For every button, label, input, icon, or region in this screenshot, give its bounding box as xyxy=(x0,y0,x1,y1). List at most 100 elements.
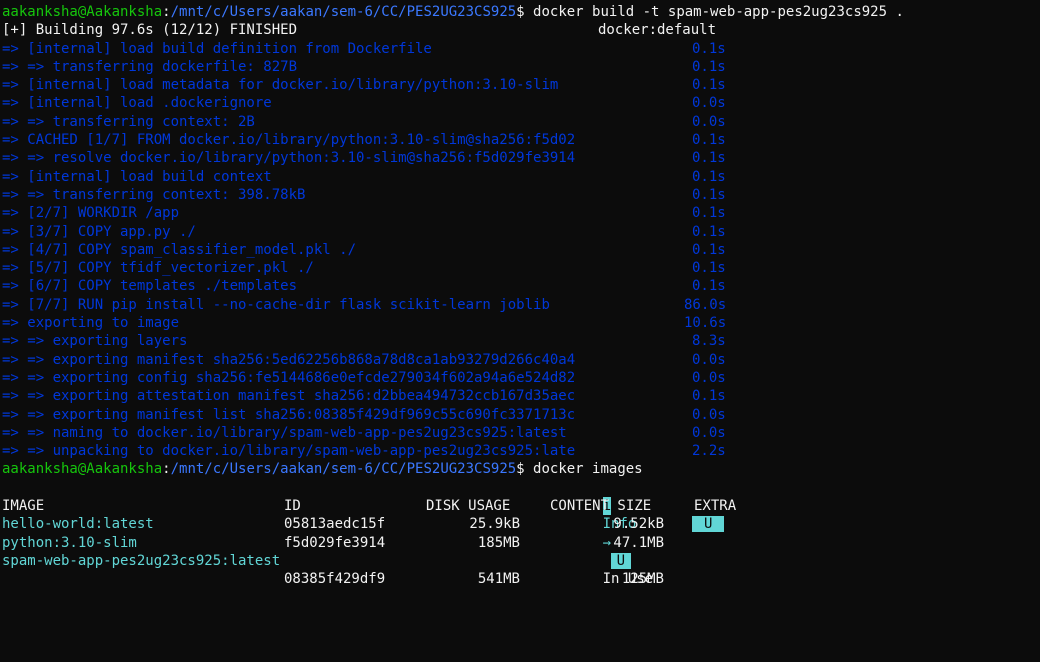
image-name: hello-world:latest xyxy=(2,516,154,533)
step-text: => [internal] load build definition from… xyxy=(2,40,432,57)
build-step: => [2/7] WORKDIR /app 0.1s xyxy=(0,204,1040,222)
step-time: 0.1s xyxy=(692,278,726,295)
step-text: => => transferring dockerfile: 827B xyxy=(2,58,298,75)
build-step: => => transferring context: 2B 0.0s xyxy=(0,113,1040,131)
images-table-header: IMAGE ID DISK USAGE CONTENT SIZE EXTRA xyxy=(0,497,1040,515)
build-step: => [6/7] COPY templates ./templates 0.1s xyxy=(0,277,1040,295)
image-content-size: 125MB xyxy=(621,571,664,588)
image-id: 05813aedc15f xyxy=(284,516,386,533)
step-time: 0.1s xyxy=(692,132,726,149)
image-name: python:3.10-slim xyxy=(2,534,137,551)
build-step: => => exporting layers 8.3s xyxy=(0,332,1040,350)
prompt-separator: : xyxy=(162,461,171,478)
step-text: => [internal] load metadata for docker.i… xyxy=(2,77,559,94)
step-text: => [7/7] RUN pip install --no-cache-dir … xyxy=(2,296,550,313)
build-step: => => exporting config sha256:fe5144686e… xyxy=(0,369,1040,387)
image-disk-usage: 541MB xyxy=(477,571,520,588)
build-step: => => resolve docker.io/library/python:3… xyxy=(0,149,1040,167)
image-id: 08385f429df9 xyxy=(284,571,386,588)
step-time: 0.1s xyxy=(692,388,726,405)
build-steps: => [internal] load build definition from… xyxy=(0,40,1040,461)
step-text: => exporting to image xyxy=(2,315,180,332)
step-time: 0.0s xyxy=(692,95,726,112)
build-step: => => exporting attestation manifest sha… xyxy=(0,387,1040,405)
prompt-path: /mnt/c/Users/aakan/sem-6/CC/PES2UG23CS92… xyxy=(170,461,517,478)
build-step: => [4/7] COPY spam_classifier_model.pkl … xyxy=(0,241,1040,259)
prompt-path: /mnt/c/Users/aakan/sem-6/CC/PES2UG23CS92… xyxy=(170,4,517,20)
prompt-user-host: aakanksha@Aakanksha xyxy=(2,461,163,478)
image-id: f5d029fe3914 xyxy=(284,534,386,551)
step-text: => => transferring context: 398.78kB xyxy=(2,186,306,203)
step-time: 0.1s xyxy=(692,223,726,240)
build-step: => => transferring dockerfile: 827B 0.1s xyxy=(0,58,1040,76)
step-text: => [3/7] COPY app.py ./ xyxy=(2,223,196,240)
step-text: => => resolve docker.io/library/python:3… xyxy=(2,150,576,167)
build-step: => exporting to image 10.6s xyxy=(0,314,1040,332)
header-disk-usage: DISK USAGE xyxy=(426,498,511,515)
prompt-line-images: aakanksha@Aakanksha:/mnt/c/Users/aakan/s… xyxy=(0,460,1040,478)
step-text: => => transferring context: 2B xyxy=(2,113,255,130)
build-step: => [internal] load build context 0.1s xyxy=(0,168,1040,186)
build-step: => CACHED [1/7] FROM docker.io/library/p… xyxy=(0,131,1040,149)
image-disk-usage: 25.9kB xyxy=(469,516,520,533)
header-id: ID xyxy=(284,498,301,515)
table-row: 08385f429df9 541MB 125MB xyxy=(0,570,1040,588)
step-time: 0.0s xyxy=(692,424,726,441)
images-legend: i Info → U In Use xyxy=(0,479,1040,587)
build-context: docker:default xyxy=(598,22,717,39)
image-content-size: 9.52kB xyxy=(613,516,664,533)
step-time: 0.0s xyxy=(692,369,726,386)
step-text: => => exporting manifest sha256:5ed62256… xyxy=(2,351,576,368)
step-time: 0.1s xyxy=(692,186,726,203)
step-text: => => naming to docker.io/library/spam-w… xyxy=(2,424,567,441)
table-row: hello-world:latest 05813aedc15f 25.9kB 9… xyxy=(0,515,1040,533)
step-text: => [5/7] COPY tfidf_vectorizer.pkl ./ xyxy=(2,260,314,277)
step-text: => [4/7] COPY spam_classifier_model.pkl … xyxy=(2,241,357,258)
header-image: IMAGE xyxy=(2,498,45,515)
step-text: => => exporting attestation manifest sha… xyxy=(2,388,576,405)
header-content-size: CONTENT SIZE xyxy=(550,498,652,515)
build-step: => => transferring context: 398.78kB 0.1s xyxy=(0,186,1040,204)
terminal-window[interactable]: aakanksha@Aakanksha:/mnt/c/Users/aakan/s… xyxy=(0,0,1040,595)
build-step: => => naming to docker.io/library/spam-w… xyxy=(0,424,1040,442)
step-time: 0.1s xyxy=(692,77,726,94)
step-time: 0.1s xyxy=(692,40,726,57)
image-name: spam-web-app-pes2ug23cs925:latest xyxy=(2,552,281,569)
command-text: docker images xyxy=(524,461,643,478)
step-text: => => exporting layers xyxy=(2,333,188,350)
build-header: [+] Building 97.6s (12/12) FINISHED dock… xyxy=(0,21,1040,39)
step-time: 0.1s xyxy=(692,241,726,258)
command-text: docker build -t spam-web-app-pes2ug23cs9… xyxy=(524,4,904,20)
build-step: => => unpacking to docker.io/library/spa… xyxy=(0,442,1040,460)
step-time: 0.1s xyxy=(692,205,726,222)
step-time: 8.3s xyxy=(692,333,726,350)
step-text: => [2/7] WORKDIR /app xyxy=(2,205,180,222)
build-step: => [3/7] COPY app.py ./ 0.1s xyxy=(0,223,1040,241)
step-time: 0.1s xyxy=(692,168,726,185)
prompt-user-host: aakanksha@Aakanksha xyxy=(2,4,163,20)
step-text: => => exporting config sha256:fe5144686e… xyxy=(2,369,576,386)
build-step: => => exporting manifest list sha256:083… xyxy=(0,406,1040,424)
step-text: => [internal] load .dockerignore xyxy=(2,95,272,112)
step-time: 0.0s xyxy=(692,351,726,368)
step-time: 86.0s xyxy=(684,296,727,313)
step-time: 10.6s xyxy=(684,315,727,332)
prompt-dollar: $ xyxy=(516,461,525,478)
step-time: 0.1s xyxy=(692,58,726,75)
build-step: => [internal] load metadata for docker.i… xyxy=(0,76,1040,94)
table-row: python:3.10-slim f5d029fe3914 185MB 47.1… xyxy=(0,534,1040,552)
image-disk-usage: 185MB xyxy=(477,534,520,551)
step-time: 0.0s xyxy=(692,406,726,423)
in-use-badge: U xyxy=(692,516,725,533)
step-time: 0.1s xyxy=(692,260,726,277)
table-row-name: spam-web-app-pes2ug23cs925:latest xyxy=(0,552,1040,570)
step-time: 0.1s xyxy=(692,150,726,167)
step-text: => [internal] load build context xyxy=(2,168,272,185)
build-step: => [internal] load build definition from… xyxy=(0,40,1040,58)
build-step: => [7/7] RUN pip install --no-cache-dir … xyxy=(0,296,1040,314)
step-time: 0.0s xyxy=(692,113,726,130)
step-time: 2.2s xyxy=(692,443,726,460)
step-text: => [6/7] COPY templates ./templates xyxy=(2,278,298,295)
image-content-size: 47.1MB xyxy=(613,534,664,551)
build-step: => => exporting manifest sha256:5ed62256… xyxy=(0,351,1040,369)
